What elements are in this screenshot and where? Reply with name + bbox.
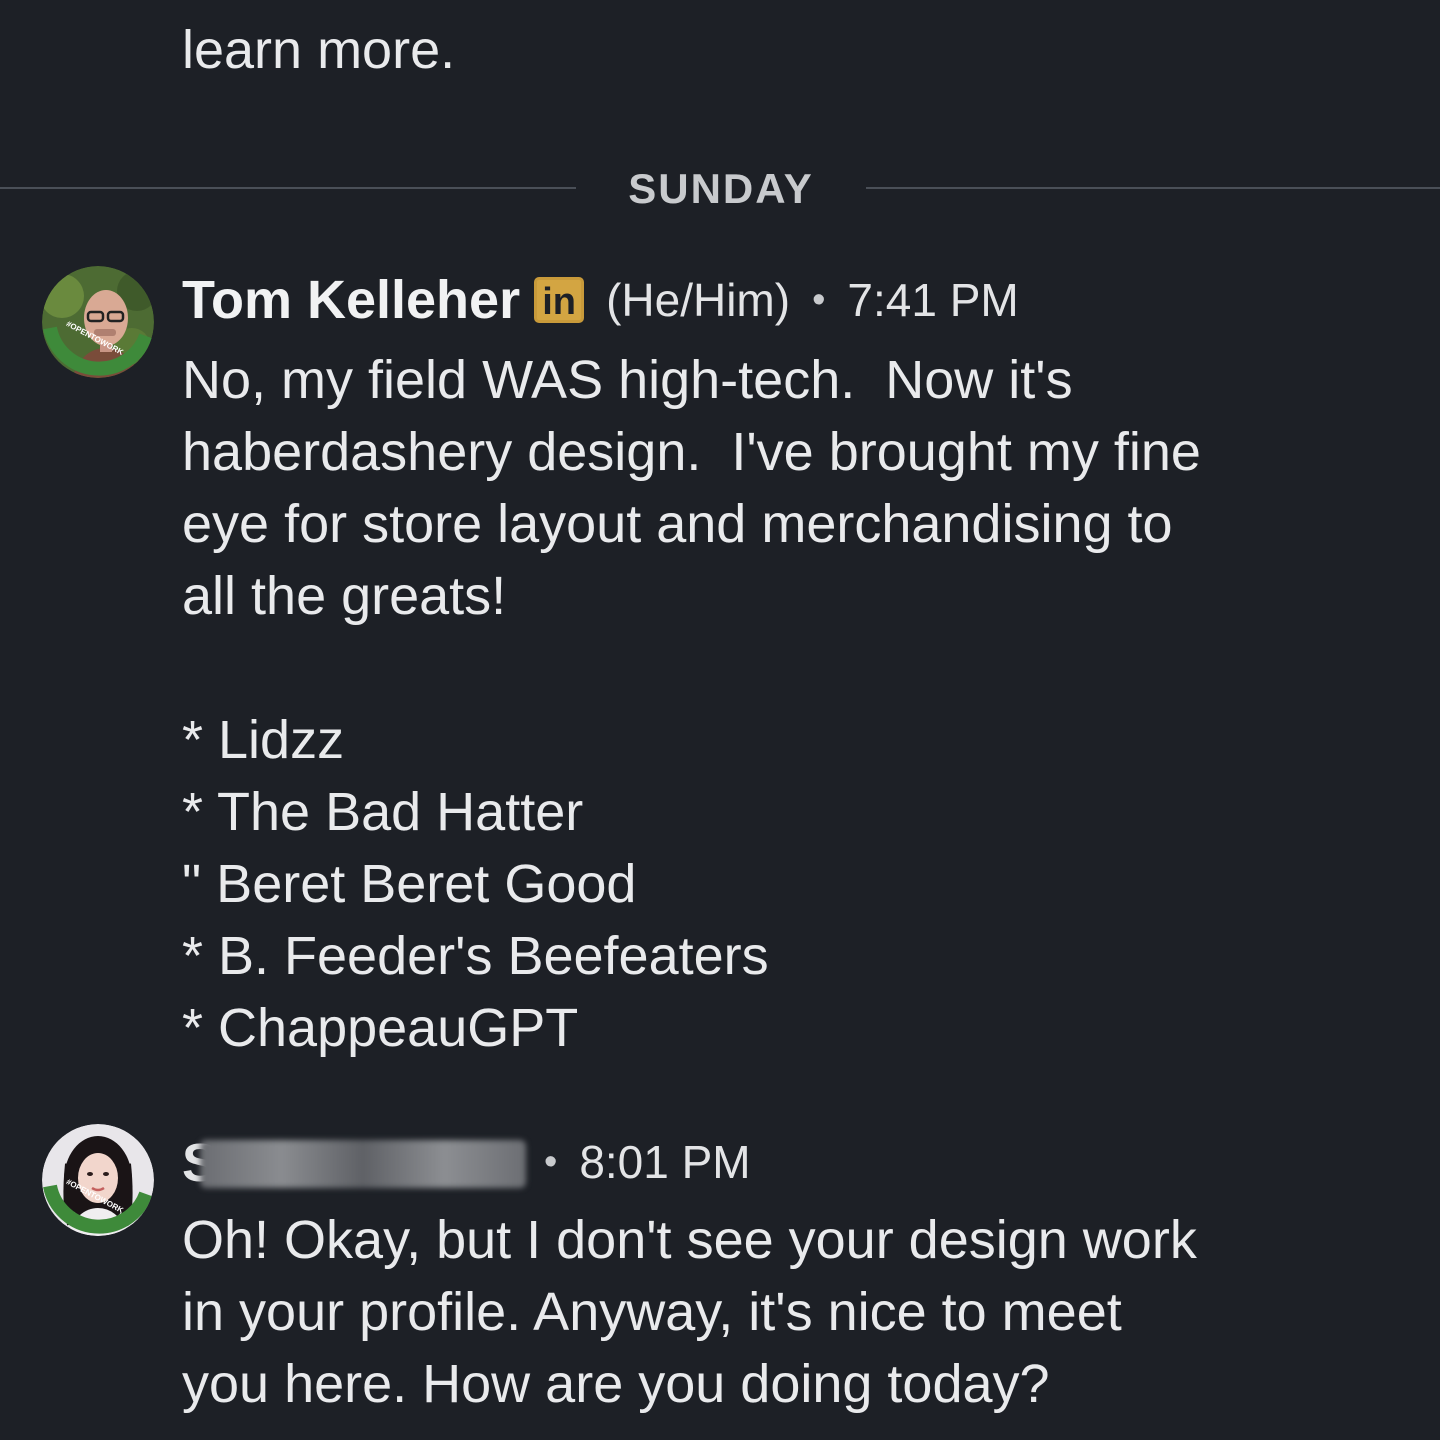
sender-name[interactable]: Tom Kelleher <box>182 269 520 331</box>
separator-dot: • <box>544 1140 558 1183</box>
sender-avatar[interactable]: #OPENTOWORK <box>42 266 154 378</box>
message-body: Oh! Okay, but I don't see your design wo… <box>182 1210 1197 1414</box>
sender-pronouns: (He/Him) <box>606 274 791 326</box>
day-divider-label: SUNDAY <box>628 165 814 212</box>
separator-dot: • <box>812 278 826 321</box>
messaging-thread: learn more. SUNDAY #OPENTOWORK Tom Kelle… <box>0 0 1440 1440</box>
divider-line-left <box>0 187 576 189</box>
profile-photo-icon: #OPENTOWORK <box>42 266 154 378</box>
message-timestamp: 8:01 PM <box>579 1136 751 1188</box>
redaction-blur <box>200 1140 526 1188</box>
divider-line-right <box>866 187 1440 189</box>
redacted-sender-name[interactable]: S <box>182 1133 526 1193</box>
previous-message-text: learn more. <box>182 20 456 80</box>
message-timestamp: 7:41 PM <box>847 274 1019 326</box>
message-body: No, my field WAS high-tech. Now it's hab… <box>182 350 1201 1058</box>
message-header: Tom Kelleher in (He/Him) • 7:41 PM <box>182 268 1019 332</box>
profile-photo-icon: #OPENTOWORK <box>42 1124 154 1236</box>
sender-avatar[interactable]: #OPENTOWORK <box>42 1124 154 1236</box>
message-header: S • 8:01 PM <box>182 1130 751 1194</box>
day-divider: SUNDAY <box>0 160 1440 220</box>
linkedin-premium-icon: in <box>534 277 585 323</box>
